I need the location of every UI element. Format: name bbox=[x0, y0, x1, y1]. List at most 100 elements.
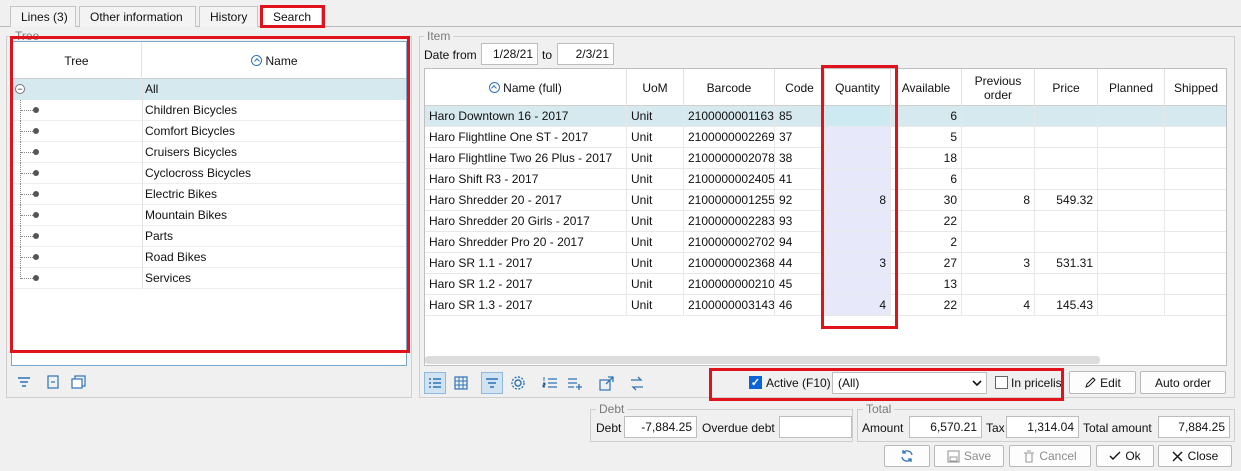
cell-prev bbox=[962, 232, 1035, 253]
cell-shipped bbox=[1165, 232, 1226, 253]
amount-field[interactable]: 6,570.21 bbox=[909, 416, 982, 438]
cell-name: Haro Flightline Two 26 Plus - 2017 bbox=[425, 148, 627, 169]
filter-highlight bbox=[709, 368, 1064, 401]
cell-barcode: 2100000000210 bbox=[684, 274, 775, 295]
tree-highlight bbox=[10, 36, 410, 353]
total-amount-field[interactable]: 7,884.25 bbox=[1158, 416, 1230, 438]
cell-uom: Unit bbox=[627, 169, 684, 190]
cell-price bbox=[1035, 169, 1098, 190]
col-price[interactable]: Price bbox=[1035, 69, 1098, 106]
date-from-label: Date from bbox=[424, 48, 477, 62]
add-list-icon[interactable] bbox=[564, 372, 586, 394]
filter-icon[interactable] bbox=[13, 371, 35, 393]
tab-lines[interactable]: Lines (3) bbox=[10, 6, 76, 27]
tab-history[interactable]: History bbox=[199, 6, 258, 27]
cell-code: 37 bbox=[775, 127, 825, 148]
col-barcode[interactable]: Barcode bbox=[684, 69, 775, 106]
cancel-button[interactable]: Cancel bbox=[1009, 445, 1091, 467]
cell-available: 2 bbox=[891, 232, 962, 253]
cell-barcode: 2100000001255 bbox=[684, 190, 775, 211]
cell-prev: 3 bbox=[962, 253, 1035, 274]
total-group-title: Total bbox=[863, 403, 895, 415]
col-code[interactable]: Code bbox=[775, 69, 825, 106]
cell-planned bbox=[1098, 295, 1165, 316]
cell-code: 45 bbox=[775, 274, 825, 295]
cell-planned bbox=[1098, 274, 1165, 295]
filter-icon[interactable] bbox=[481, 372, 503, 394]
cell-planned bbox=[1098, 106, 1165, 127]
cell-available: 18 bbox=[891, 148, 962, 169]
cell-name: Haro SR 1.1 - 2017 bbox=[425, 253, 627, 274]
cell-price bbox=[1035, 232, 1098, 253]
cell-available: 22 bbox=[891, 295, 962, 316]
horizontal-scrollbar[interactable] bbox=[425, 356, 1100, 364]
cell-uom: Unit bbox=[627, 190, 684, 211]
cell-uom: Unit bbox=[627, 274, 684, 295]
cell-barcode: 2100000002078 bbox=[684, 148, 775, 169]
search-tab-highlight bbox=[260, 5, 325, 28]
cell-code: 38 bbox=[775, 148, 825, 169]
cell-prev: 4 bbox=[962, 295, 1035, 316]
cell-shipped bbox=[1165, 211, 1226, 232]
tab-other-information[interactable]: Other information bbox=[79, 6, 196, 27]
cell-name: Haro SR 1.2 - 2017 bbox=[425, 274, 627, 295]
transfer-icon[interactable] bbox=[626, 372, 648, 394]
refresh-icon bbox=[901, 450, 913, 462]
cell-planned bbox=[1098, 232, 1165, 253]
cell-shipped bbox=[1165, 253, 1226, 274]
cell-name: Haro Shredder 20 Girls - 2017 bbox=[425, 211, 627, 232]
cell-planned bbox=[1098, 211, 1165, 232]
cell-shipped bbox=[1165, 127, 1226, 148]
save-button[interactable]: Save bbox=[934, 445, 1004, 467]
cell-planned bbox=[1098, 127, 1165, 148]
cell-name: Haro Shift R3 - 2017 bbox=[425, 169, 627, 190]
date-from-input[interactable]: 1/28/21 bbox=[481, 43, 538, 65]
cell-available: 6 bbox=[891, 169, 962, 190]
numbered-list-icon[interactable] bbox=[539, 372, 561, 394]
grid-view-icon[interactable] bbox=[450, 372, 472, 394]
item-group-title: Item bbox=[424, 30, 454, 42]
col-planned[interactable]: Planned bbox=[1098, 69, 1165, 106]
close-button[interactable]: Close bbox=[1158, 445, 1232, 467]
debt-group-title: Debt bbox=[596, 403, 628, 415]
cell-price: 531.31 bbox=[1035, 253, 1098, 274]
col-shipped[interactable]: Shipped bbox=[1165, 69, 1226, 106]
total-amount-label: Total amount bbox=[1083, 421, 1152, 435]
cell-name: Haro SR 1.3 - 2017 bbox=[425, 295, 627, 316]
col-name-full[interactable]: Name (full) bbox=[425, 69, 627, 106]
cell-uom: Unit bbox=[627, 295, 684, 316]
cell-available: 5 bbox=[891, 127, 962, 148]
debt-field[interactable]: -7,884.25 bbox=[624, 416, 697, 438]
date-to-input[interactable]: 2/3/21 bbox=[557, 43, 614, 65]
cell-barcode: 2100000002283 bbox=[684, 211, 775, 232]
col-previous-order[interactable]: Previous order bbox=[962, 69, 1035, 106]
cell-uom: Unit bbox=[627, 127, 684, 148]
overdue-debt-field[interactable] bbox=[779, 416, 852, 438]
cell-price: 549.32 bbox=[1035, 190, 1098, 211]
ok-button[interactable]: Ok bbox=[1096, 445, 1154, 467]
tax-field[interactable]: 1,314.04 bbox=[1006, 416, 1079, 438]
cell-shipped bbox=[1165, 274, 1226, 295]
list-view-icon[interactable] bbox=[424, 372, 446, 394]
cell-prev bbox=[962, 127, 1035, 148]
col-available[interactable]: Available bbox=[891, 69, 962, 106]
trash-icon bbox=[1024, 449, 1035, 463]
cell-planned bbox=[1098, 169, 1165, 190]
refresh-button[interactable] bbox=[884, 445, 930, 467]
cell-price bbox=[1035, 274, 1098, 295]
auto-order-button[interactable]: Auto order bbox=[1140, 371, 1226, 394]
cell-planned bbox=[1098, 190, 1165, 211]
cell-uom: Unit bbox=[627, 148, 684, 169]
cell-uom: Unit bbox=[627, 211, 684, 232]
col-uom[interactable]: UoM bbox=[627, 69, 684, 106]
collapse-all-icon[interactable] bbox=[42, 371, 64, 393]
edit-button[interactable]: Edit bbox=[1069, 371, 1136, 394]
cell-code: 92 bbox=[775, 190, 825, 211]
open-external-icon[interactable] bbox=[595, 372, 617, 394]
cell-uom: Unit bbox=[627, 253, 684, 274]
quantity-highlight bbox=[821, 65, 898, 329]
gear-icon[interactable] bbox=[507, 372, 529, 394]
cell-planned bbox=[1098, 253, 1165, 274]
cell-code: 46 bbox=[775, 295, 825, 316]
expand-all-icon[interactable] bbox=[68, 371, 90, 393]
